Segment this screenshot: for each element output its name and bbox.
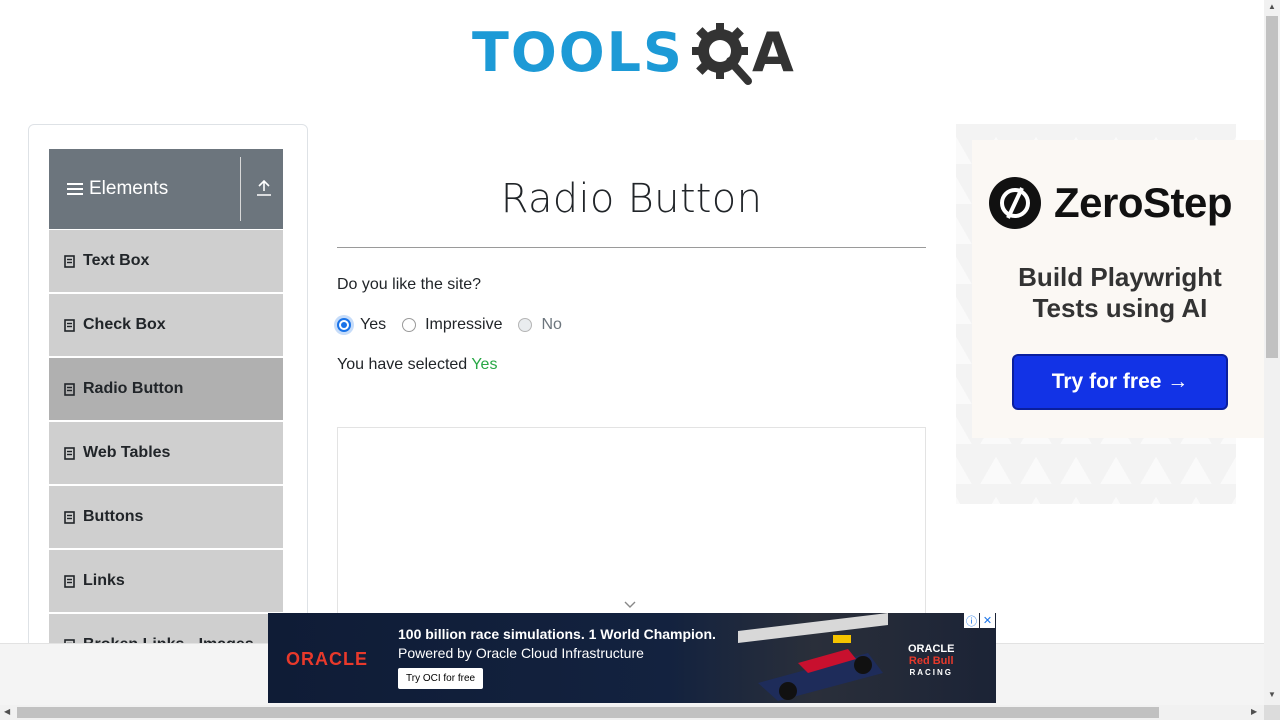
sidebar-group-elements[interactable]: Elements	[49, 149, 283, 229]
radio-no	[518, 318, 533, 332]
radio-label-yes[interactable]: Yes	[360, 316, 386, 334]
ad-brand: ZeroStep	[988, 176, 1233, 230]
ad-close-icon[interactable]: ✕	[980, 613, 995, 628]
ad-headline: Build Playwright Tests using AI	[972, 262, 1268, 324]
zerostep-logo-icon	[989, 177, 1041, 229]
header-divider	[240, 157, 241, 221]
ad-partner-3: RACING	[909, 668, 953, 677]
horizontal-scroll-thumb[interactable]	[17, 707, 1159, 718]
vertical-scrollbar[interactable]: ▲ ▼	[1264, 0, 1280, 705]
radio-option-no: No	[518, 316, 562, 334]
logo-text-a: A	[751, 21, 794, 84]
chevron-down-icon[interactable]	[623, 600, 637, 610]
sidebar-item-buttons[interactable]: Buttons	[49, 485, 283, 548]
vertical-scroll-thumb[interactable]	[1266, 16, 1278, 358]
ad-partner-logo: ORACLE Red Bull RACING	[908, 643, 954, 679]
scroll-right-icon[interactable]: ▶	[1251, 707, 1257, 716]
document-icon	[64, 446, 75, 460]
ad-partner-2: Red Bull	[908, 655, 954, 667]
radio-option-impressive[interactable]: Impressive	[402, 316, 502, 334]
sidebar-item-label: Links	[83, 572, 125, 589]
sidebar-item-label: Buttons	[83, 508, 144, 525]
radio-label-no: No	[541, 316, 562, 333]
ad-info-icon[interactable]: ⓘ	[964, 613, 979, 628]
document-icon	[64, 318, 75, 332]
ad-headline-line-2: Tests using AI	[1032, 293, 1208, 323]
gear-icon	[691, 23, 752, 85]
radio-option-yes[interactable]: Yes	[337, 316, 386, 334]
document-icon	[64, 510, 75, 524]
radio-yes[interactable]	[337, 318, 351, 332]
ad-brand-oracle: ORACLE	[286, 649, 368, 669]
collapse-icon[interactable]	[255, 179, 273, 197]
hamburger-icon	[67, 183, 83, 195]
horizontal-scrollbar[interactable]: ◀ ▶	[0, 705, 1264, 720]
sidebar-item-check-box[interactable]: Check Box	[49, 293, 283, 356]
site-logo[interactable]: TOOLS A	[472, 14, 796, 92]
ad-controls: ⓘ ✕	[963, 613, 995, 628]
ad-line-2: Powered by Oracle Cloud Infrastructure	[398, 645, 644, 661]
ad-panel: ZeroStep Build Playwright Tests using AI…	[972, 140, 1278, 438]
scroll-up-icon[interactable]: ▲	[1268, 2, 1276, 11]
selection-result: You have selected Yes	[337, 356, 497, 374]
scrollbar-corner	[1264, 705, 1280, 720]
radio-impressive[interactable]	[402, 318, 417, 332]
ad-cta-oci[interactable]: Try OCI for free	[398, 668, 484, 689]
sidebar-item-label: Check Box	[83, 316, 166, 333]
sidebar-item-links[interactable]: Links	[49, 549, 283, 612]
scroll-left-icon[interactable]: ◀	[4, 707, 10, 716]
ad-zerostep[interactable]: ZeroStep Build Playwright Tests using AI…	[956, 124, 1278, 504]
document-icon	[64, 254, 75, 268]
result-prefix: You have selected	[337, 356, 472, 373]
ad-headline-line-1: Build Playwright	[1018, 262, 1222, 292]
content-frame	[337, 427, 926, 629]
radio-label-impressive[interactable]: Impressive	[425, 316, 502, 334]
sidebar-item-label: Radio Button	[83, 380, 184, 397]
ad-partner-1: ORACLE	[908, 643, 955, 655]
title-divider	[337, 247, 926, 248]
race-car-image	[738, 613, 888, 701]
radio-group: Yes Impressive No	[337, 316, 578, 334]
question-text: Do you like the site?	[337, 276, 482, 293]
sidebar-item-label: Web Tables	[83, 444, 171, 461]
logo-text-tools: TOOLS	[472, 21, 684, 84]
document-icon	[64, 382, 75, 396]
sidebar-item-radio-button[interactable]: Radio Button	[49, 357, 283, 420]
ad-cta-button[interactable]: Try for free →	[1012, 354, 1228, 410]
ad-oracle[interactable]: ORACLE 100 billion race simulations. 1 W…	[268, 613, 996, 703]
ad-brand-name: ZeroStep	[1054, 179, 1233, 226]
sidebar-item-text-box[interactable]: Text Box	[49, 229, 283, 292]
sidebar-item-label: Text Box	[83, 252, 150, 269]
ad-line-1: 100 billion race simulations. 1 World Ch…	[398, 626, 716, 642]
document-icon	[64, 574, 75, 588]
sidebar-item-web-tables[interactable]: Web Tables	[49, 421, 283, 484]
page-title: Radio Button	[500, 176, 763, 222]
sidebar-group-title: Elements	[89, 178, 169, 199]
result-value: Yes	[471, 356, 498, 373]
scroll-down-icon[interactable]: ▼	[1268, 690, 1276, 699]
